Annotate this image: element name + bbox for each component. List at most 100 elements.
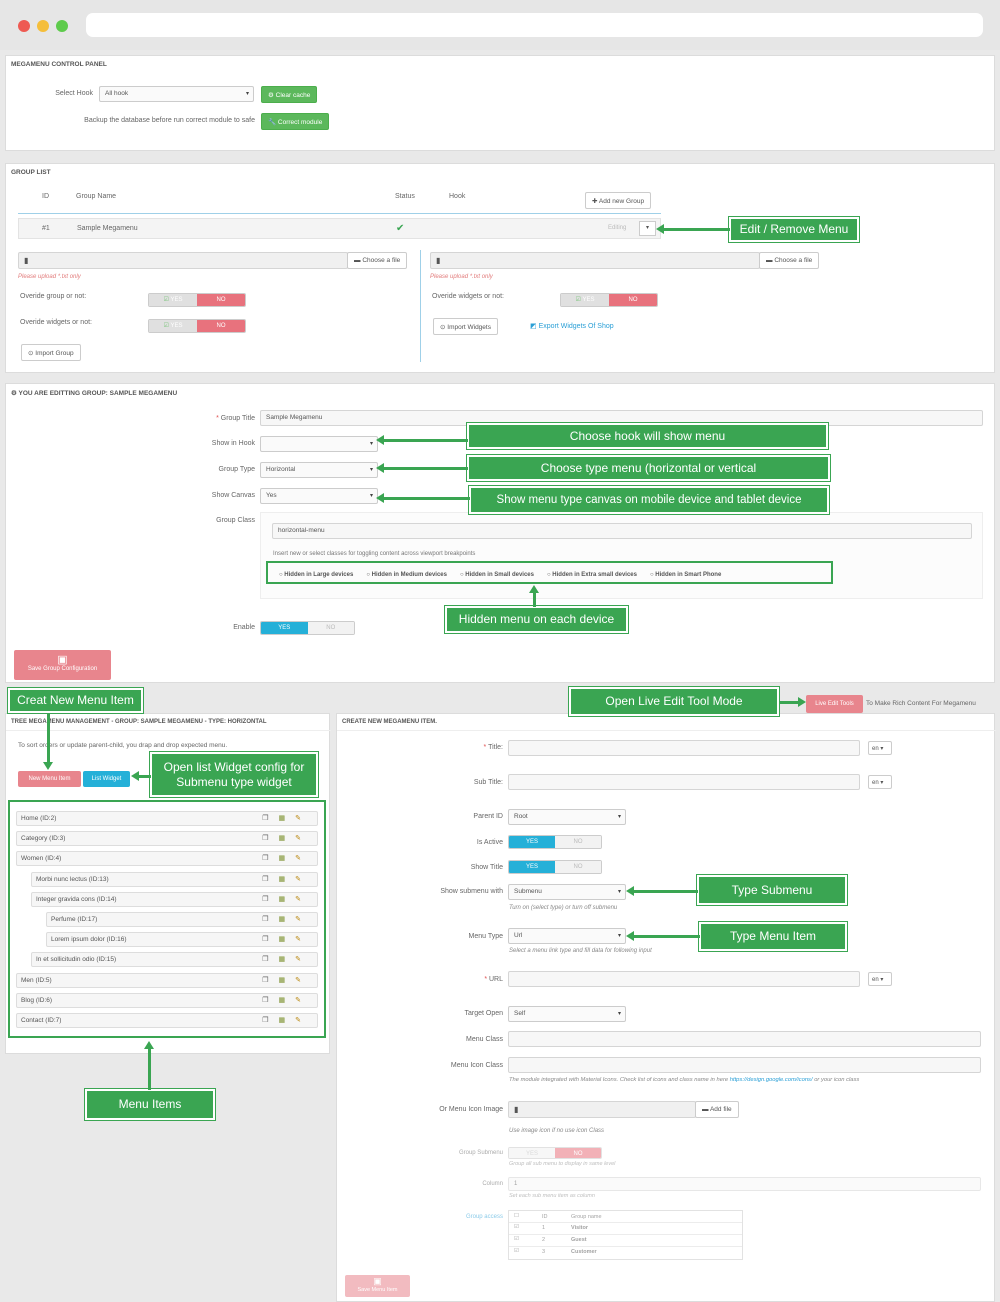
widget-icon[interactable]: ▦ xyxy=(279,956,296,963)
material-icons-link[interactable]: https://design.google.com/icons/ xyxy=(730,1077,813,1083)
pencil-icon[interactable]: ✎ xyxy=(295,977,311,984)
pencil-icon[interactable]: ✎ xyxy=(295,997,311,1004)
copy-icon[interactable]: ❐ xyxy=(262,896,278,903)
is-active-toggle[interactable]: YES NO xyxy=(508,835,602,849)
copy-icon[interactable]: ❐ xyxy=(262,997,278,1004)
save-menu-item-button[interactable]: ▣ Save Menu Item xyxy=(345,1275,410,1297)
parent-id-dropdown[interactable]: Root ▾ xyxy=(508,809,626,825)
language-select[interactable]: en ▾ xyxy=(868,775,892,789)
subtitle-input[interactable] xyxy=(508,774,860,790)
pencil-icon[interactable]: ✎ xyxy=(295,835,311,842)
enable-toggle[interactable]: YES NO xyxy=(260,621,355,635)
pencil-icon[interactable]: ✎ xyxy=(295,1017,311,1024)
language-select[interactable]: en ▾ xyxy=(868,741,892,755)
copy-icon[interactable]: ❐ xyxy=(262,956,278,963)
target-open-dropdown[interactable]: Self ▾ xyxy=(508,1006,626,1022)
show-in-hook-dropdown[interactable]: ▾ xyxy=(260,436,378,452)
add-new-group-button[interactable]: ✚ Add new Group xyxy=(585,192,652,209)
widget-icon[interactable]: ▦ xyxy=(279,835,296,842)
table-row[interactable]: ☑ 1 Visitor xyxy=(509,1223,742,1235)
minimize-window-icon[interactable] xyxy=(37,20,49,32)
column-input[interactable]: 1 xyxy=(508,1177,981,1191)
widget-icon[interactable]: ▦ xyxy=(279,1017,296,1024)
export-widgets-link[interactable]: ◩ Export Widgets Of Shop xyxy=(530,322,614,330)
show-submenu-dropdown[interactable]: Submenu ▾ xyxy=(508,884,626,900)
tree-item[interactable]: In et sollicitudin odio (ID:15) ❐▦✎ xyxy=(31,952,318,967)
pencil-icon[interactable]: ✎ xyxy=(295,936,311,943)
table-row[interactable]: ☑ 3 Customer xyxy=(509,1247,742,1259)
widget-icon[interactable]: ▦ xyxy=(279,936,296,943)
pencil-icon[interactable]: ✎ xyxy=(295,896,311,903)
import-widgets-button[interactable]: ⊙ Import Widgets xyxy=(433,318,498,335)
select-all-checkbox[interactable]: ☐ xyxy=(514,1213,519,1219)
copy-icon[interactable]: ❐ xyxy=(262,936,278,943)
widget-icon[interactable]: ▦ xyxy=(279,916,296,923)
checkbox-checked-icon[interactable]: ☑ xyxy=(514,1236,519,1242)
checkbox-checked-icon[interactable]: ☑ xyxy=(514,1248,519,1254)
show-canvas-dropdown[interactable]: Yes ▾ xyxy=(260,488,378,504)
widget-icon[interactable]: ▦ xyxy=(279,815,296,822)
copy-icon[interactable]: ❐ xyxy=(262,815,278,822)
override-group-toggle[interactable]: ☑ YES NO xyxy=(148,293,246,307)
pencil-icon[interactable]: ✎ xyxy=(295,855,311,862)
copy-icon[interactable]: ❐ xyxy=(262,835,278,842)
tree-item[interactable]: Contact (ID:7) ❐▦✎ xyxy=(16,1013,318,1028)
choose-file-button[interactable]: ▬ Choose a file xyxy=(759,252,820,269)
override-widgets-toggle[interactable]: ☑ YES NO xyxy=(148,319,246,333)
tree-item[interactable]: Women (ID:4) ❐▦✎ xyxy=(16,851,318,866)
language-select[interactable]: en ▾ xyxy=(868,972,892,986)
group-type-dropdown[interactable]: Horizontal ▾ xyxy=(260,462,378,478)
correct-module-button[interactable]: 🔧 Correct module xyxy=(261,113,330,130)
pencil-icon[interactable]: ✎ xyxy=(295,876,311,883)
widget-icon[interactable]: ▦ xyxy=(279,997,296,1004)
widgets-file-input[interactable]: ▮ xyxy=(430,252,760,269)
tree-item[interactable]: Integer gravida cons (ID:14) ❐▦✎ xyxy=(31,892,318,907)
copy-icon[interactable]: ❐ xyxy=(262,1017,278,1024)
url-input[interactable] xyxy=(508,971,860,987)
table-row[interactable]: ☑ 2 Guest xyxy=(509,1235,742,1247)
live-edit-tools-button[interactable]: Live Edit Tools xyxy=(806,695,863,713)
tree-item[interactable]: Men (ID:5) ❐▦✎ xyxy=(16,973,318,988)
address-bar[interactable] xyxy=(86,13,983,37)
select-hook-dropdown[interactable]: All hook ▾ xyxy=(99,86,254,102)
list-widget-button[interactable]: List Widget xyxy=(83,771,130,787)
choose-file-button[interactable]: ▬ Choose a file xyxy=(347,252,408,269)
import-group-button[interactable]: ⊙ Import Group xyxy=(21,344,81,361)
pencil-icon[interactable]: ✎ xyxy=(295,815,311,822)
title-input[interactable] xyxy=(508,740,860,756)
widget-icon[interactable]: ▦ xyxy=(279,855,296,862)
maximize-window-icon[interactable] xyxy=(56,20,68,32)
copy-icon[interactable]: ❐ xyxy=(262,855,278,862)
icon-image-input[interactable]: ▮ xyxy=(508,1101,696,1118)
group-file-input[interactable]: ▮ xyxy=(18,252,348,269)
override-widgets-toggle-2[interactable]: ☑ YES NO xyxy=(560,293,658,307)
tree-item[interactable]: Perfume (ID:17) ❐▦✎ xyxy=(46,912,318,927)
widget-icon[interactable]: ▦ xyxy=(279,977,296,984)
pencil-icon[interactable]: ✎ xyxy=(295,916,311,923)
tree-item[interactable]: Blog (ID:6) ❐▦✎ xyxy=(16,993,318,1008)
close-window-icon[interactable] xyxy=(18,20,30,32)
checkbox-checked-icon[interactable]: ☑ xyxy=(514,1224,519,1230)
copy-icon[interactable]: ❐ xyxy=(262,916,278,923)
widget-icon[interactable]: ▦ xyxy=(279,896,296,903)
copy-icon[interactable]: ❐ xyxy=(262,977,278,984)
tree-item[interactable]: Home (ID:2) ❐▦✎ xyxy=(16,811,318,826)
tree-item[interactable]: Lorem ipsum dolor (ID:16) ❐▦✎ xyxy=(46,932,318,947)
new-menu-item-button[interactable]: New Menu Item xyxy=(18,771,81,787)
menu-class-input[interactable] xyxy=(508,1031,981,1047)
show-title-toggle[interactable]: YES NO xyxy=(508,860,602,874)
pencil-icon[interactable]: ✎ xyxy=(295,956,311,963)
menu-type-dropdown[interactable]: Url ▾ xyxy=(508,928,626,944)
group-submenu-toggle[interactable]: YES NO xyxy=(508,1147,602,1159)
tree-item[interactable]: Category (ID:3) ❐▦✎ xyxy=(16,831,318,846)
save-group-button[interactable]: ▣ Save Group Configuration xyxy=(14,650,111,680)
copy-icon[interactable]: ❐ xyxy=(262,876,278,883)
tree-item[interactable]: Morbi nunc lectus (ID:13) ❐▦✎ xyxy=(31,872,318,887)
add-file-button[interactable]: ▬ Add file xyxy=(695,1101,739,1118)
group-class-input[interactable]: horizontal-menu xyxy=(272,523,972,539)
widget-icon[interactable]: ▦ xyxy=(279,876,296,883)
group-row[interactable]: #1 Sample Megamenu ✔ Editing ▾ xyxy=(18,218,661,239)
clear-cache-button[interactable]: ⚙ Clear cache xyxy=(261,86,318,103)
row-actions-dropdown[interactable]: ▾ xyxy=(639,221,656,236)
menu-icon-class-input[interactable] xyxy=(508,1057,981,1073)
